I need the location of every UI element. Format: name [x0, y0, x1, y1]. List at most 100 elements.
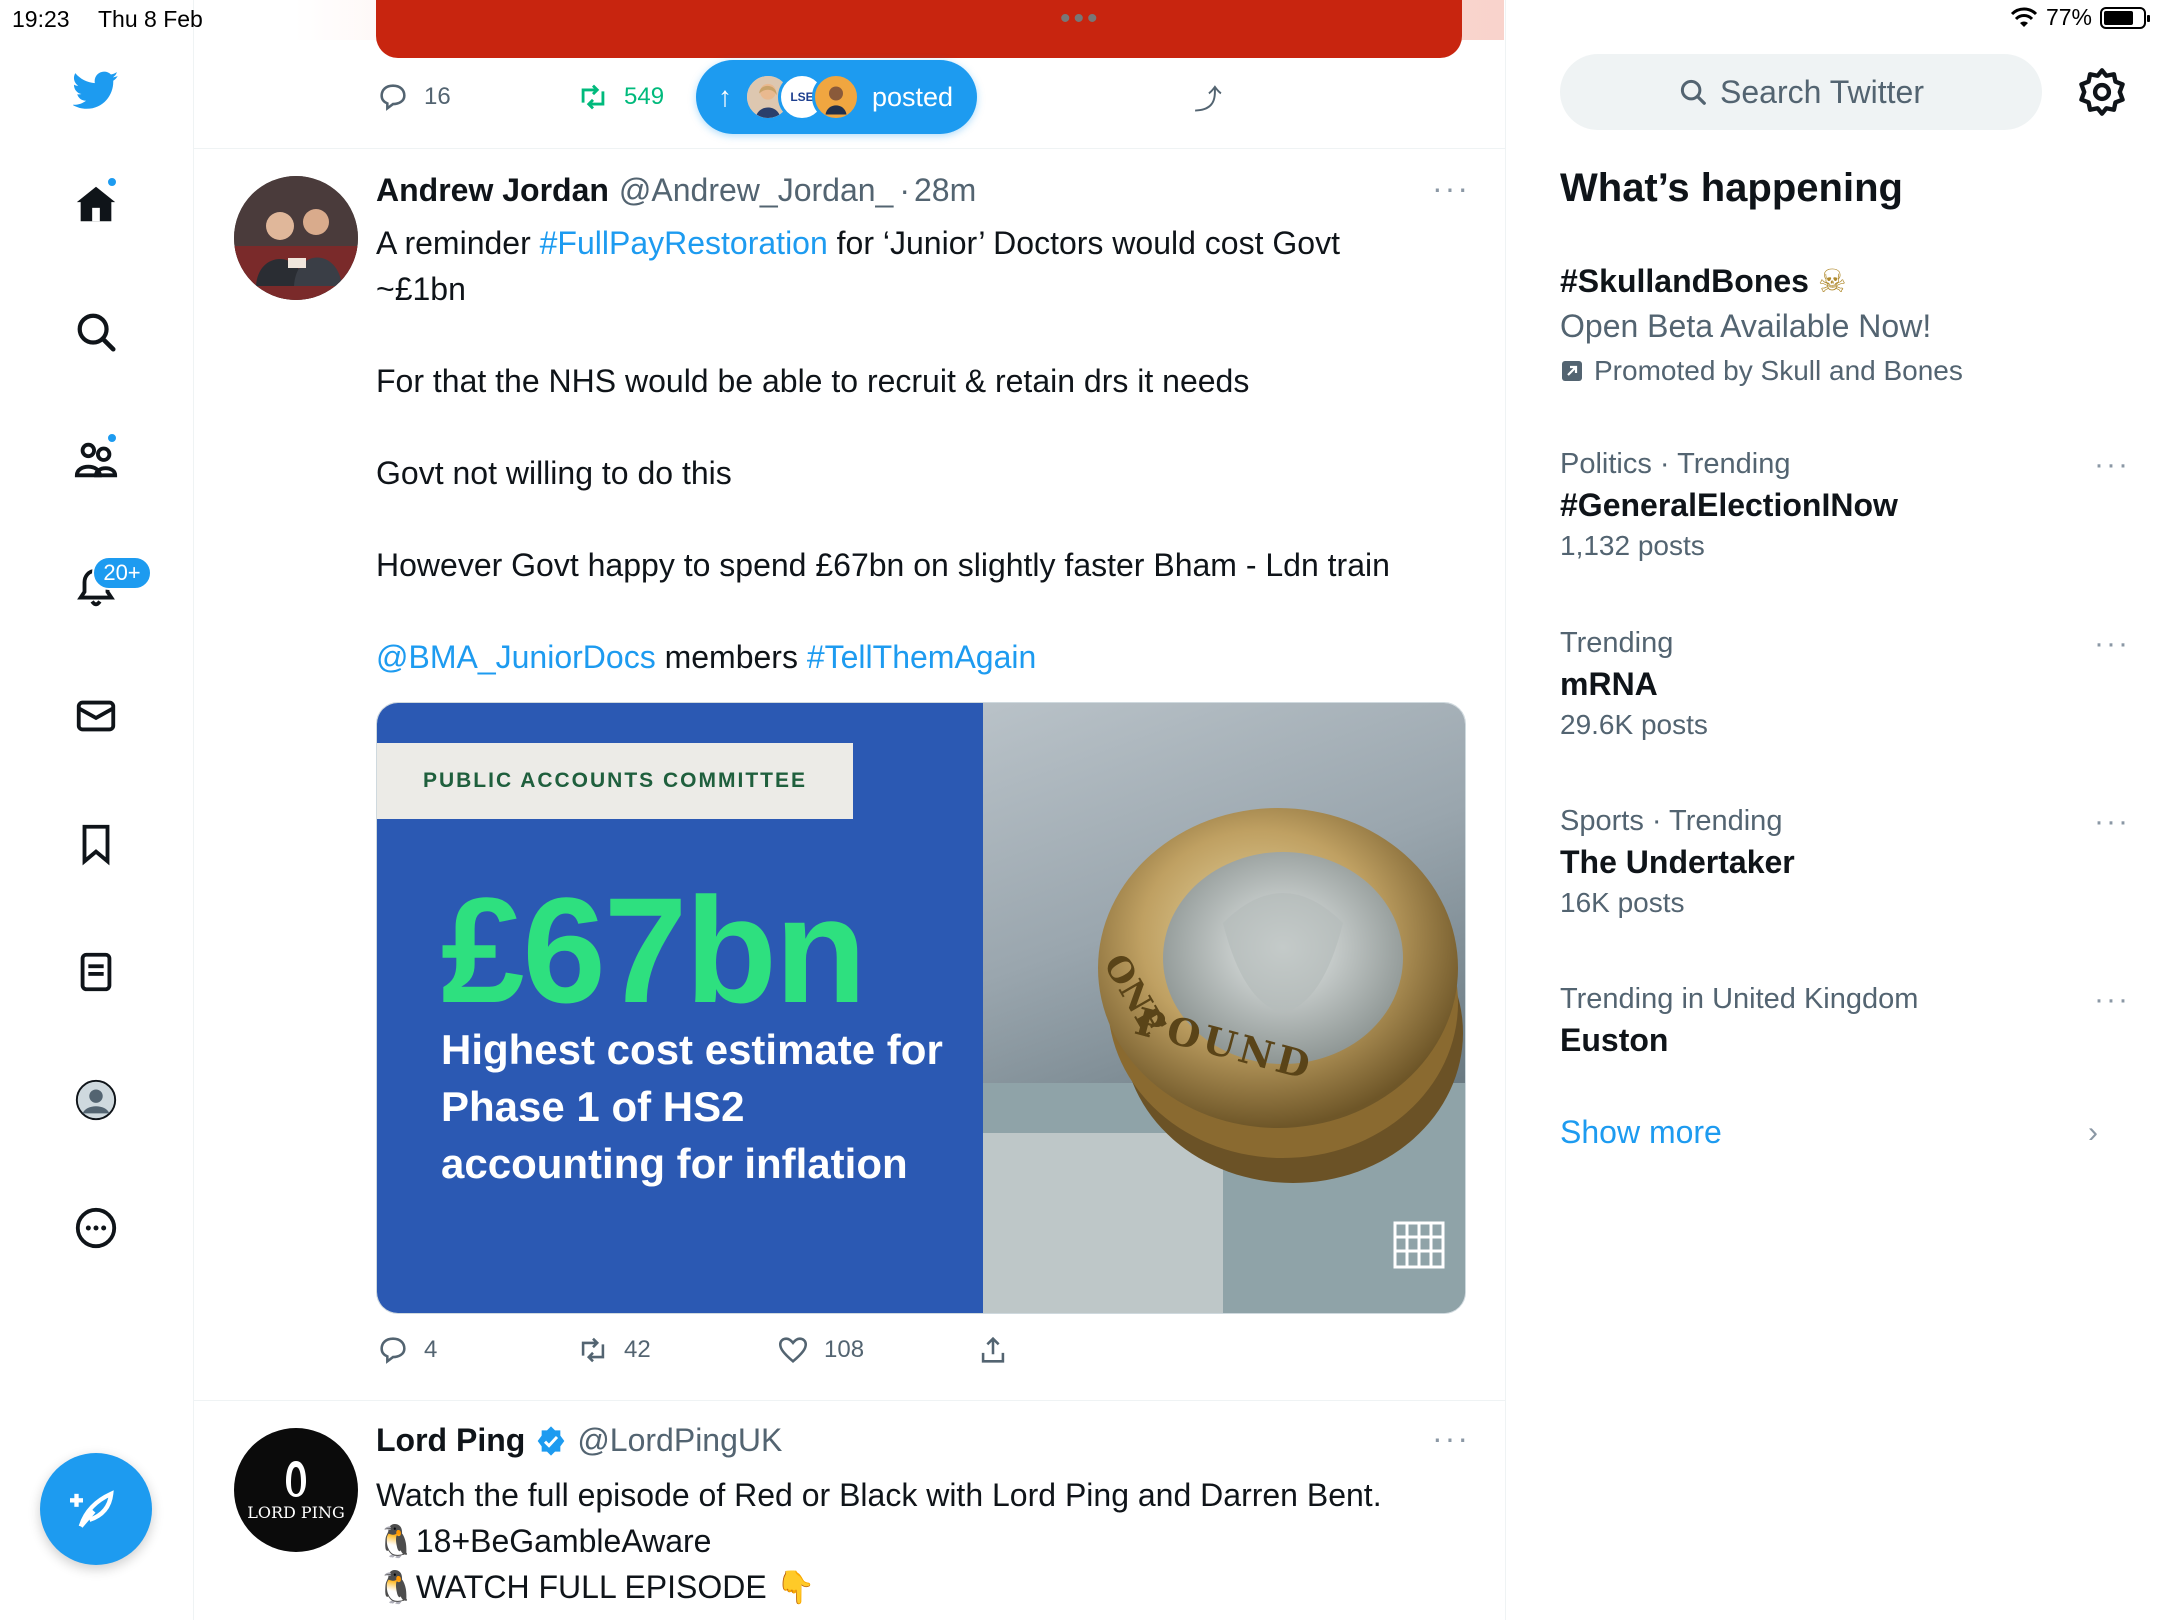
retweet-icon — [581, 84, 605, 110]
pointing-down-emoji-icon: 👇 — [775, 1569, 816, 1605]
timeline: 16 549 ↑ LSE posted ⤴ Andrew Jordan @And… — [194, 0, 1506, 1620]
hashtag-link[interactable]: #FullPayRestoration — [540, 225, 828, 261]
reply-button[interactable]: 4 — [376, 1333, 437, 1367]
search-input[interactable]: Search Twitter — [1560, 54, 2042, 130]
notifications-badge: 20+ — [92, 556, 152, 590]
time-separator: · — [899, 172, 910, 208]
tweet-text: For that the NHS would be able to recrui… — [376, 363, 1250, 399]
hashtag-link[interactable]: #TellThemAgain — [807, 639, 1036, 675]
trend-item[interactable]: Trending mRNA 29.6K posts ··· — [1560, 627, 2128, 741]
arrow-up-icon: ↑ — [718, 81, 732, 112]
trend-topic: mRNA — [1560, 666, 1658, 702]
compose-tweet-button[interactable] — [40, 1453, 152, 1565]
home-icon[interactable] — [64, 172, 128, 236]
tweet-text: 18+BeGambleAware — [415, 1523, 712, 1559]
reply-icon — [380, 1337, 406, 1364]
more-options-icon[interactable] — [64, 1196, 128, 1260]
new-posts-avatars: LSE — [744, 73, 860, 121]
tweet-media-image[interactable]: PUBLIC ACCOUNTS COMMITTEE £67bn Highest … — [376, 702, 1466, 1314]
retweet-button[interactable]: 42 — [576, 1333, 651, 1367]
trend-count: 1,132 posts — [1560, 530, 1705, 561]
divider — [194, 1400, 1505, 1401]
author-handle[interactable]: @LordPingUK — [577, 1422, 782, 1459]
avatar[interactable]: LORD PING — [234, 1428, 358, 1552]
penguin-logo-icon — [286, 1460, 306, 1497]
profile-avatar-icon[interactable] — [64, 1068, 128, 1132]
tweet-more-icon[interactable]: ··· — [1432, 170, 1470, 207]
retweet-count: 549 — [624, 83, 665, 110]
promoted-by: Promoted by Skull and Bones — [1560, 355, 2120, 387]
multitasking-dots-icon[interactable]: ••• — [1060, 2, 1101, 36]
promoted-trend[interactable]: #SkullandBones ☠ Open Beta Available Now… — [1560, 262, 2120, 387]
chevron-right-icon[interactable]: › — [2088, 1116, 2098, 1150]
skull-crossbones-icon: ☠ — [1817, 263, 1847, 299]
explore-search-icon[interactable] — [64, 300, 128, 364]
tweet-time[interactable]: 28m — [914, 172, 976, 209]
messages-envelope-icon[interactable] — [64, 684, 128, 748]
share-button[interactable] — [976, 1333, 1010, 1367]
trend-item[interactable]: Sports · Trending The Undertaker 16K pos… — [1560, 805, 2128, 919]
reply-icon — [380, 84, 406, 111]
tweet-actions: 4 42 108 — [376, 1333, 1376, 1373]
wifi-icon — [2010, 7, 2038, 27]
right-sidebar: Search Twitter What’s happening #Skullan… — [1506, 0, 2160, 1620]
verified-badge-icon — [537, 1425, 565, 1456]
promoted-icon — [1562, 361, 1582, 381]
divider — [194, 148, 1505, 149]
tweet-text: members — [655, 639, 807, 675]
lists-icon[interactable] — [64, 940, 128, 1004]
settings-gear-icon[interactable] — [2076, 66, 2128, 118]
media-caption: Highest cost estimate for Phase 1 of HS2… — [441, 1026, 943, 1187]
trend-context: Politics · Trending — [1560, 448, 1791, 480]
whats-happening-title: What’s happening — [1560, 166, 1903, 210]
communities-icon[interactable] — [64, 428, 128, 492]
tweet-more-icon[interactable]: ··· — [1432, 1420, 1470, 1457]
author-handle[interactable]: @Andrew_Jordan_ — [619, 172, 893, 209]
reply-count: 4 — [424, 1336, 438, 1363]
avatar-text: LORD PING — [247, 1502, 345, 1522]
trend-topic: The Undertaker — [1560, 844, 1795, 880]
avatar[interactable] — [234, 176, 358, 300]
tweet-body: A reminder #FullPayRestoration for ‘Juni… — [376, 220, 1466, 680]
trend-topic: Euston — [1560, 1022, 1669, 1058]
bookmarks-icon[interactable] — [64, 812, 128, 876]
show-more-link[interactable]: Show more — [1560, 1114, 1722, 1151]
mention-link[interactable]: @BMA_JuniorDocs — [376, 639, 656, 675]
status-date: Thu 8 Feb — [98, 6, 203, 32]
penguin-emoji-icon: 🐧 — [376, 1569, 416, 1605]
trend-more-icon[interactable]: ··· — [2094, 805, 2130, 839]
trend-item[interactable]: Trending in United Kingdom Euston ··· — [1560, 983, 2128, 1059]
author-name[interactable]: Lord Ping — [376, 1422, 525, 1459]
trend-more-icon[interactable]: ··· — [2094, 983, 2130, 1017]
trend-item[interactable]: Politics · Trending #GeneralElectionINow… — [1560, 448, 2128, 562]
author-name[interactable]: Andrew Jordan — [376, 172, 609, 209]
battery-percent: 77% — [2045, 4, 2092, 30]
promoted-description: Open Beta Available Now! — [1560, 308, 1932, 344]
media-graphic-panel: PUBLIC ACCOUNTS COMMITTEE £67bn Highest … — [377, 703, 983, 1313]
trend-more-icon[interactable]: ··· — [2094, 627, 2130, 661]
twitter-logo-icon[interactable] — [64, 58, 128, 122]
retweet-count: 42 — [624, 1336, 651, 1363]
search-placeholder: Search Twitter — [1720, 73, 1924, 110]
new-posts-pill[interactable]: ↑ LSE posted — [696, 60, 978, 134]
tweet-text: for ‘Junior’ Doctors would cost Govt — [827, 225, 1340, 261]
tweet-text: Govt not willing to do this — [376, 455, 732, 491]
status-time: 19:23 — [12, 6, 70, 32]
trend-topic: #GeneralElectionINow — [1560, 487, 1898, 523]
tweet-text: ~£1bn — [376, 271, 466, 307]
reply-count: 16 — [424, 83, 451, 110]
media-coin-photo: ONE POUND — [983, 703, 1465, 1313]
retweet-button[interactable]: 549 — [576, 80, 664, 114]
promoted-by-label: Promoted by Skull and Bones — [1594, 355, 1963, 386]
retweet-icon — [581, 1337, 605, 1363]
trend-more-icon[interactable]: ··· — [2094, 448, 2130, 482]
avatar — [812, 73, 860, 121]
status-bar: 19:23 Thu 8 Feb ••• 77% — [0, 0, 2160, 40]
trend-context: Sports · Trending — [1560, 805, 1783, 837]
reply-button[interactable]: 16 — [376, 80, 451, 114]
media-big-number: £67bn — [441, 866, 867, 1034]
tweet-text: Watch the full episode of Red or Black w… — [376, 1477, 1382, 1513]
like-button[interactable]: 108 — [776, 1333, 864, 1367]
search-icon — [1680, 79, 1706, 105]
share-icon[interactable]: ⤴ — [1194, 78, 1222, 118]
